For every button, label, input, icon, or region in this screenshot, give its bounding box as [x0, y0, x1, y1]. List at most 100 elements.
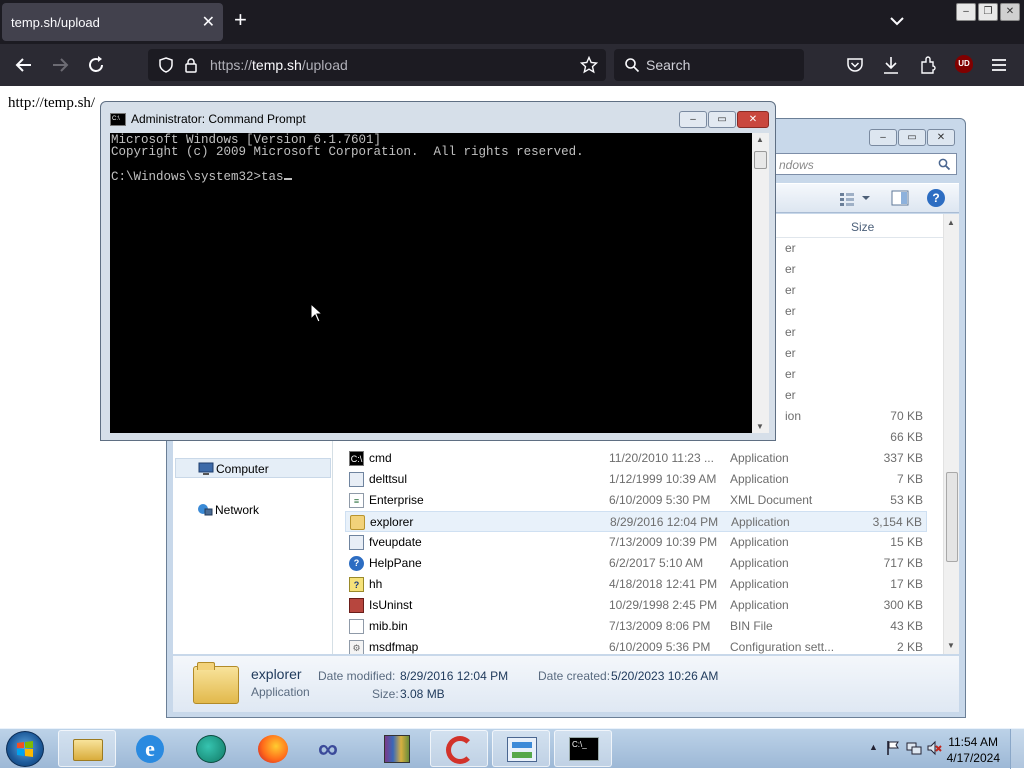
search-placeholder: Search [646, 57, 691, 73]
scroll-up-icon[interactable]: ▲ [947, 218, 955, 227]
scrollbar-thumb[interactable] [754, 151, 767, 169]
file-row-isuninst[interactable]: IsUninst 10/29/1998 2:45 PM Application … [345, 595, 927, 616]
menu-icon[interactable] [990, 56, 1008, 74]
url-text[interactable]: https://temp.sh/upload [210, 57, 348, 73]
cmd-icon: C:\_ [569, 737, 599, 761]
scroll-down-icon[interactable]: ▼ [947, 641, 955, 650]
windows-logo-icon [17, 741, 33, 757]
scrollbar-thumb[interactable] [946, 472, 958, 562]
nav-item-label: Computer [216, 462, 269, 476]
restore-icon[interactable]: ❐ [978, 3, 998, 21]
minimize-icon[interactable]: – [956, 3, 976, 21]
search-icon[interactable] [938, 158, 951, 171]
pocket-icon[interactable] [846, 56, 864, 74]
ublock-icon[interactable]: UD [955, 55, 973, 73]
config-icon: ⚙ [349, 640, 364, 654]
downloads-icon[interactable] [882, 55, 900, 75]
address-bar[interactable]: https://temp.sh/upload [148, 49, 606, 81]
close-icon[interactable]: ✕ [927, 129, 955, 146]
back-icon[interactable] [13, 54, 35, 76]
help-icon[interactable]: ? [927, 189, 945, 207]
minimize-icon[interactable]: – [869, 129, 897, 146]
console-output[interactable]: Microsoft Windows [Version 6.1.7601] Cop… [110, 133, 752, 433]
console-scrollbar[interactable]: ▲ ▼ [752, 133, 769, 433]
cmd-icon: C:\ [110, 113, 126, 126]
browser-nav-bar: https://temp.sh/upload Search [0, 44, 1024, 86]
computer-icon [198, 462, 214, 475]
network-status-icon[interactable] [906, 740, 922, 756]
volume-muted-icon[interactable] [926, 740, 942, 756]
taskbar-ie-button[interactable]: e [120, 730, 178, 767]
text-cursor [283, 170, 292, 180]
scroll-down-icon[interactable]: ▼ [756, 422, 764, 431]
taskbar-explorer-button[interactable] [58, 730, 116, 767]
file-row-explorer[interactable]: explorer 8/29/2016 12:04 PM Application … [345, 511, 927, 532]
file-icon [349, 619, 364, 634]
file-row-delttsul[interactable]: delttsul 1/12/1999 10:39 AM Application … [345, 469, 927, 490]
preview-pane-icon[interactable] [891, 190, 909, 206]
nav-item-computer[interactable]: Computer [175, 458, 331, 478]
view-options-icon[interactable] [839, 192, 855, 206]
taskbar-cmd-button[interactable]: C:\_ [554, 730, 612, 767]
shield-icon[interactable] [158, 57, 174, 73]
infinity-icon: ∞ [318, 733, 338, 764]
clock-date[interactable]: 4/17/2024 [947, 751, 1000, 765]
app-icon [349, 472, 364, 487]
page-link-text[interactable]: http://temp.sh/ [8, 95, 95, 112]
file-row-fveupdate[interactable]: fveupdate 7/13/2009 10:39 PM Application… [345, 532, 927, 553]
taskbar-globe-button[interactable] [182, 730, 240, 767]
taskbar-control-panel-button[interactable] [492, 730, 550, 767]
search-bar[interactable]: Search [614, 49, 804, 81]
browser-globe-icon [196, 735, 226, 763]
xml-icon: ≡ [349, 493, 364, 508]
file-row-mib-bin[interactable]: mib.bin 7/13/2009 8:06 PM BIN File 43 KB [345, 616, 927, 637]
bookmark-star-icon[interactable] [580, 56, 598, 74]
app-icon [349, 535, 364, 550]
chevron-down-icon[interactable] [888, 12, 906, 30]
details-created-label: Date created: [538, 669, 611, 683]
explorer-window-controls: – ▭ ✕ [869, 129, 955, 146]
close-window-icon[interactable]: ✕ [1000, 3, 1020, 21]
column-header-size[interactable]: Size [851, 220, 874, 234]
console-prompt-line: C:\Windows\system32>tas [111, 170, 284, 184]
forward-icon[interactable] [49, 54, 71, 76]
taskbar-winrar-button[interactable] [368, 730, 426, 767]
close-icon[interactable]: ✕ [737, 111, 769, 128]
new-tab-icon[interactable]: + [234, 9, 247, 31]
close-tab-icon[interactable]: ✕ [202, 12, 215, 32]
maximize-icon[interactable]: ▭ [708, 111, 736, 128]
uninstall-icon [349, 598, 364, 613]
taskbar-infinity-button[interactable]: ∞ [306, 730, 364, 767]
file-row-enterprise[interactable]: ≡ Enterprise 6/10/2009 5:30 PM XML Docum… [345, 490, 927, 511]
cmd-window-controls: – ▭ ✕ [679, 111, 769, 128]
taskbar: e ∞ C:\_ ▲ 11:54 AM 4/17/2024 [0, 728, 1024, 769]
chm-icon: ? [349, 577, 364, 592]
file-row-cmd[interactable]: C:\ cmd 11/20/2010 11:23 ... Application… [345, 448, 927, 469]
nav-item-network[interactable]: Network [175, 500, 331, 520]
file-row-helppane[interactable]: ? HelpPane 6/2/2017 5:10 AM Application … [345, 553, 927, 574]
scroll-up-icon[interactable]: ▲ [756, 135, 764, 144]
file-row-hh[interactable]: ? hh 4/18/2018 12:41 PM Application 17 K… [345, 574, 927, 595]
show-desktop-button[interactable] [1010, 729, 1024, 769]
taskbar-firefox-button[interactable] [244, 730, 302, 767]
lock-icon[interactable] [184, 57, 198, 73]
details-pane: explorer Application Date modified: 8/29… [173, 656, 959, 712]
minimize-icon[interactable]: – [679, 111, 707, 128]
file-list-scrollbar[interactable]: ▲ ▼ [943, 214, 959, 654]
action-center-flag-icon[interactable] [886, 740, 900, 756]
firefox-icon [258, 735, 288, 763]
chevron-down-icon[interactable] [861, 194, 871, 202]
mouse-pointer-icon [310, 303, 324, 323]
show-hidden-icons-icon[interactable]: ▲ [869, 742, 878, 752]
browser-tab-active[interactable]: temp.sh/upload ✕ [2, 3, 223, 41]
explorer-search-input[interactable]: ndows [772, 153, 957, 175]
file-row-msdfmap[interactable]: ⚙ msdfmap 6/10/2009 5:36 PM Configuratio… [345, 637, 927, 654]
reload-icon[interactable] [85, 54, 107, 76]
taskbar-ccleaner-button[interactable] [430, 730, 488, 767]
details-size-label: Size: [372, 687, 399, 701]
ccleaner-icon [446, 736, 474, 764]
start-button[interactable] [6, 731, 44, 767]
extensions-icon[interactable] [919, 55, 937, 75]
maximize-icon[interactable]: ▭ [898, 129, 926, 146]
clock-time[interactable]: 11:54 AM [948, 735, 998, 749]
